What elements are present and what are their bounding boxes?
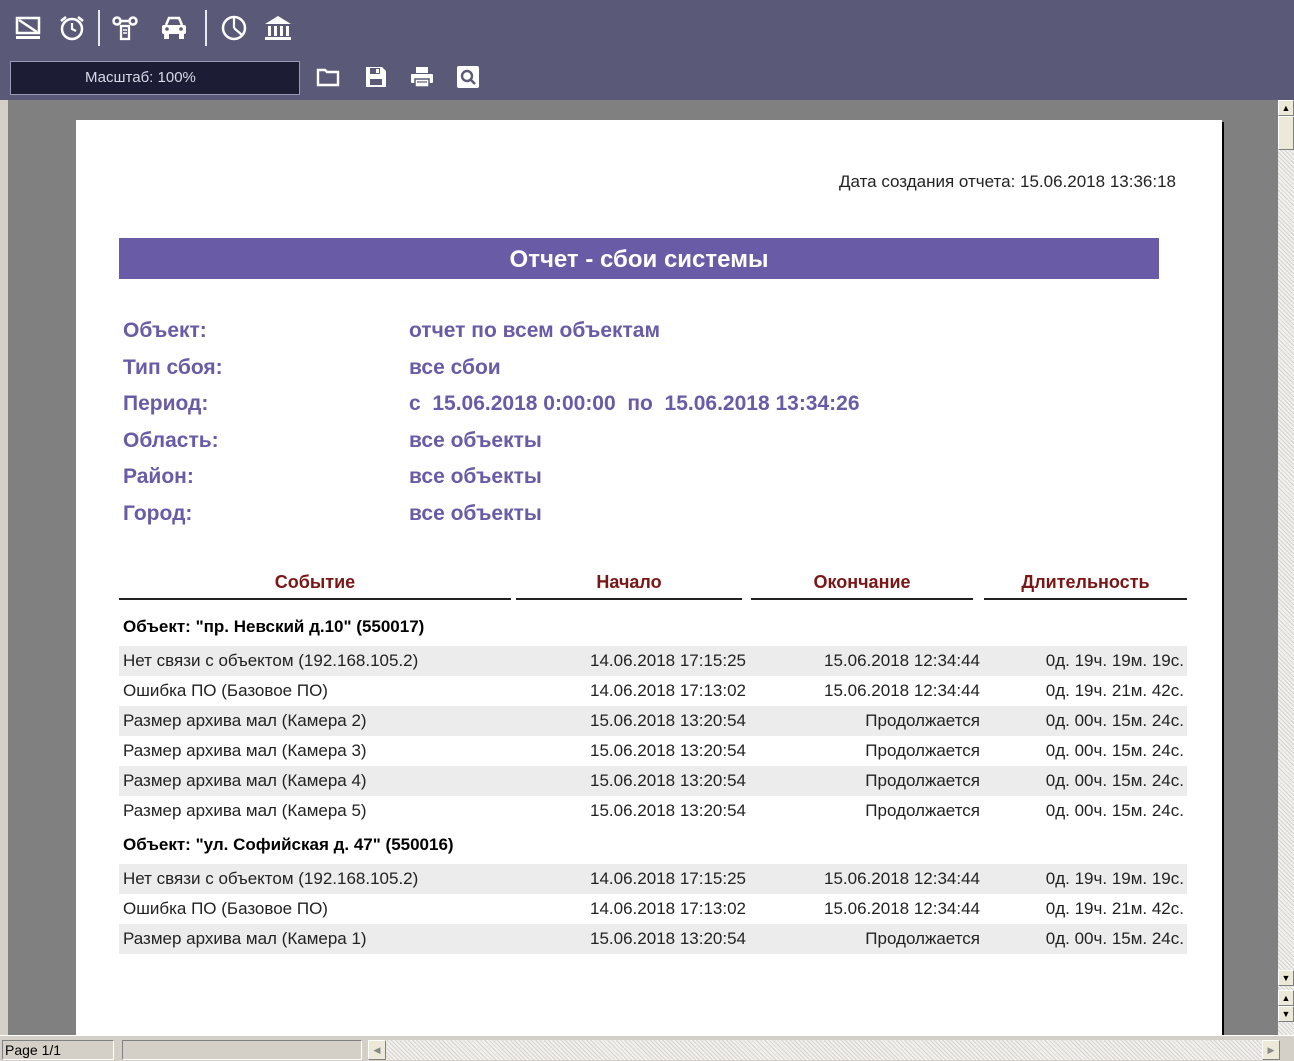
table-row: Ошибка ПО (Базовое ПО) 14.06.2018 17:13:0…	[119, 894, 1187, 924]
vertical-scrollbar[interactable]: ▲ ▼ ▲ ▼	[1278, 100, 1294, 1035]
cell-event: Размер архива мал (Камера 1)	[123, 929, 367, 948]
cell-end: Продолжается	[865, 771, 980, 790]
cell-event: Размер архива мал (Камера 3)	[123, 741, 367, 760]
search-icon[interactable]	[456, 65, 480, 89]
cell-event: Размер архива мал (Камера 2)	[123, 711, 367, 730]
bank-icon[interactable]	[264, 14, 292, 42]
param-label: Объект:	[123, 319, 207, 342]
cell-duration: 0д. 19ч. 21м. 42с.	[1045, 899, 1184, 918]
cell-end: 15.06.2018 12:34:44	[824, 899, 980, 918]
table-row: Размер архива мал (Камера 3) 15.06.2018 1…	[119, 736, 1187, 766]
cell-end: Продолжается	[865, 741, 980, 760]
cell-start: 14.06.2018 17:15:25	[590, 651, 746, 670]
scroll-left-icon[interactable]: ◀	[368, 1040, 386, 1060]
cell-event: Нет связи с объектом (192.168.105.2)	[123, 651, 419, 670]
report-title: Отчет - сбои системы	[119, 238, 1159, 279]
page-down-icon[interactable]: ▼	[1278, 1006, 1294, 1022]
cell-event: Ошибка ПО (Базовое ПО)	[123, 681, 328, 700]
table-row: Размер архива мал (Камера 2) 15.06.2018 1…	[119, 706, 1187, 736]
status-pane	[122, 1040, 362, 1060]
table-row: Нет связи с объектом (192.168.105.2) 14.0…	[119, 864, 1187, 894]
preview-viewport[interactable]: Дата создания отчета: 15.06.2018 13:36:1…	[8, 100, 1278, 1035]
cell-duration: 0д. 00ч. 15м. 24с.	[1045, 929, 1184, 948]
cell-duration: 0д. 00ч. 15м. 24с.	[1045, 711, 1184, 730]
scroll-thumb[interactable]	[1278, 116, 1294, 150]
alarm-clock-icon[interactable]	[58, 14, 86, 42]
param-value: все объекты	[409, 428, 542, 452]
table-row: Ошибка ПО (Базовое ПО) 14.06.2018 17:13:0…	[119, 676, 1187, 706]
cell-start: 14.06.2018 17:13:02	[590, 899, 746, 918]
cell-end: 15.06.2018 12:34:44	[824, 651, 980, 670]
cell-event: Размер архива мал (Камера 4)	[123, 771, 367, 790]
table-row: Размер архива мал (Камера 1) 15.06.2018 1…	[119, 924, 1187, 954]
group-title: Объект: "пр. Невский д.10" (550017)	[123, 617, 425, 636]
group-title: Объект: "ул. Софийская д. 47" (550016)	[123, 835, 454, 854]
folder-icon[interactable]	[316, 65, 340, 89]
col-header-end: Окончание	[813, 572, 911, 592]
page-indicator: Page 1/1	[2, 1040, 114, 1060]
cell-start: 14.06.2018 17:15:25	[590, 869, 746, 888]
scroll-right-icon[interactable]: ▶	[1262, 1040, 1280, 1060]
cell-end: Продолжается	[865, 801, 980, 820]
cell-end: Продолжается	[865, 929, 980, 948]
monitor-icon[interactable]	[14, 14, 42, 42]
param-label: Тип сбоя:	[123, 355, 223, 379]
param-value: с 15.06.2018 0:00:00 по 15.06.2018 13:34…	[409, 392, 860, 416]
table-row: Размер архива мал (Камера 4) 15.06.2018 1…	[119, 766, 1187, 796]
param-value: отчет по всем объектам	[409, 319, 661, 342]
scroll-up-icon[interactable]: ▲	[1278, 100, 1294, 116]
pie-chart-icon[interactable]	[220, 14, 248, 42]
toolbar: Масштаб: 100%	[0, 0, 1294, 100]
cell-end: 15.06.2018 12:34:44	[824, 681, 980, 700]
cell-duration: 0д. 00ч. 15м. 24с.	[1045, 801, 1184, 820]
cell-end: 15.06.2018 12:34:44	[824, 869, 980, 888]
report-created-date: Дата создания отчета: 15.06.2018 13:36:1…	[838, 172, 1176, 191]
table-row: Нет связи с объектом (192.168.105.2) 14.0…	[119, 646, 1187, 676]
param-label: Область:	[123, 428, 219, 452]
horizontal-scrollbar[interactable]: ◀ ▶	[368, 1040, 1280, 1060]
cell-duration: 0д. 00ч. 15м. 24с.	[1045, 741, 1184, 760]
cell-event: Размер архива мал (Камера 5)	[123, 801, 367, 820]
report-page: Дата создания отчета: 15.06.2018 13:36:1…	[76, 120, 1222, 1035]
status-bar: Page 1/1 ◀ ▶	[0, 1035, 1294, 1061]
param-value: все объекты	[409, 465, 542, 489]
col-header-event: Событие	[274, 572, 356, 592]
cell-start: 14.06.2018 17:13:02	[590, 681, 746, 700]
zoom-select[interactable]: Масштаб: 100%	[10, 61, 300, 95]
cell-duration: 0д. 19ч. 19м. 19с.	[1045, 651, 1184, 670]
cell-event: Ошибка ПО (Базовое ПО)	[123, 899, 328, 918]
cell-duration: 0д. 19ч. 19м. 19с.	[1045, 869, 1184, 888]
scroll-down-icon[interactable]: ▼	[1278, 970, 1294, 986]
param-value: все сбои	[409, 355, 501, 379]
cell-start: 15.06.2018 13:20:54	[590, 711, 746, 730]
cell-end: Продолжается	[865, 711, 980, 730]
param-label: Район:	[123, 465, 194, 489]
save-icon[interactable]	[364, 65, 388, 89]
cell-duration: 0д. 00ч. 15м. 24с.	[1045, 771, 1184, 790]
param-value: все объекты	[409, 502, 542, 525]
cell-start: 15.06.2018 13:20:54	[590, 801, 746, 820]
car-icon[interactable]	[160, 14, 188, 42]
col-header-start: Начало	[596, 572, 662, 592]
col-header-duration: Длительность	[1021, 572, 1150, 592]
cell-start: 15.06.2018 13:20:54	[590, 771, 746, 790]
cell-duration: 0д. 19ч. 21м. 42с.	[1045, 681, 1184, 700]
table-row: Размер архива мал (Камера 5) 15.06.2018 1…	[119, 796, 1187, 826]
page-up-icon[interactable]: ▲	[1278, 990, 1294, 1006]
param-label: Город:	[123, 502, 193, 525]
cell-start: 15.06.2018 13:20:54	[590, 929, 746, 948]
cell-event: Нет связи с объектом (192.168.105.2)	[123, 869, 419, 888]
print-icon[interactable]	[410, 65, 434, 89]
param-label: Период:	[123, 392, 209, 416]
network-icon[interactable]	[111, 14, 139, 42]
cell-start: 15.06.2018 13:20:54	[590, 741, 746, 760]
